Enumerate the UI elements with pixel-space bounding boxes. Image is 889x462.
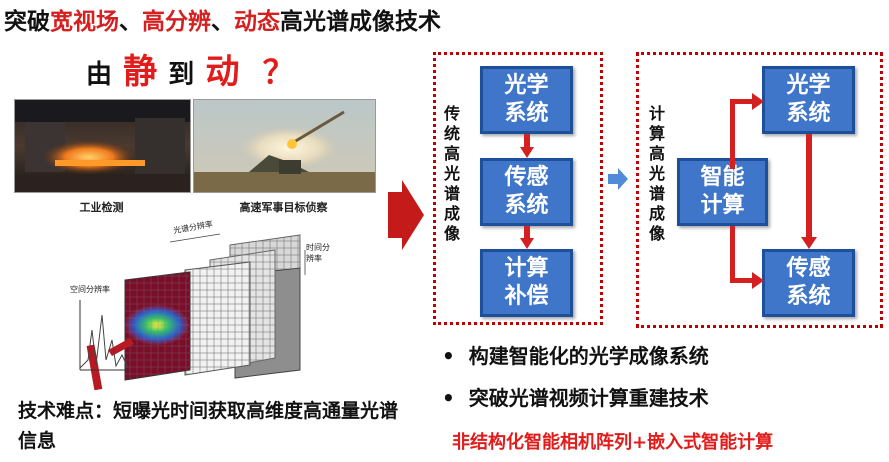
bullet-item: • 构建智能化的光学成像系统: [442, 340, 709, 369]
branch-arrows-icon: [730, 93, 764, 289]
static-text: 静: [123, 52, 158, 92]
title-part: 、: [119, 9, 142, 35]
comp-sensor-system-block: 传感系统: [762, 249, 855, 317]
industrial-inspection-photo: [14, 99, 191, 193]
down-arrow-icon: [520, 134, 534, 158]
traditional-label: 传统高光谱成像: [443, 104, 460, 243]
comp-optical-system-block: 光学系统: [762, 66, 855, 134]
block-label: 光学系统: [504, 73, 549, 126]
bullet-dot: •: [442, 344, 469, 368]
to-text: 到: [168, 60, 195, 90]
hyperspectral-cube-figure: 光谱分辨率 空间分辨率 时间分辨率: [60, 220, 380, 391]
bullet-text: 突破光谱视频计算重建技术: [468, 386, 709, 410]
temporal-resolution-label: 时间分辨率: [306, 243, 330, 263]
trad-optical-system-block: 光学系统: [480, 66, 573, 134]
block-label: 计算补偿: [504, 256, 549, 309]
block-label: 传感系统: [504, 165, 549, 218]
spatial-resolution-label: 空间分辨率: [70, 285, 110, 294]
bullet-text: 构建智能化的光学成像系统: [468, 344, 709, 368]
from-text: 由: [86, 60, 113, 90]
big-right-arrow-icon: [388, 180, 424, 254]
technical-difficulty: 技术难点：短曝光时间获取高维度高通量光谱信息: [18, 400, 399, 452]
title-highlight-high-res: 高分辨: [142, 9, 211, 35]
title-part: 高光谱成像技术: [280, 9, 441, 35]
military-target-photo: [193, 99, 376, 193]
computational-label: 计算高光谱成像: [648, 104, 665, 243]
title-highlight-dynamic: 动态: [234, 9, 280, 35]
solution-highlight: 非结构化智能相机阵列+嵌入式智能计算: [452, 432, 774, 453]
down-arrow-icon: [801, 134, 817, 249]
page-title: 突破宽视场、高分辨、动态高光谱成像技术: [4, 2, 441, 36]
bullet-dot: •: [442, 386, 469, 410]
small-blue-right-arrow-icon: [608, 168, 628, 190]
bullet-item: • 突破光谱视频计算重建技术: [442, 382, 709, 411]
block-label: 传感系统: [786, 256, 831, 309]
title-part: 突破: [4, 9, 50, 35]
military-caption: 高速军事目标侦察: [239, 201, 328, 214]
industrial-caption: 工业检测: [79, 201, 124, 214]
trad-sensor-system-block: 传感系统: [480, 158, 573, 226]
dynamic-text: 动: [205, 52, 240, 92]
trad-compensation-block: 计算补偿: [480, 249, 573, 317]
block-label: 光学系统: [786, 73, 831, 126]
static-to-dynamic-heading: 由 静 到 动 ？: [86, 44, 295, 93]
question-mark: ？: [262, 53, 295, 91]
down-arrow-icon: [520, 226, 534, 249]
title-highlight-wide-fov: 宽视场: [50, 9, 119, 35]
title-part: 、: [211, 9, 234, 35]
